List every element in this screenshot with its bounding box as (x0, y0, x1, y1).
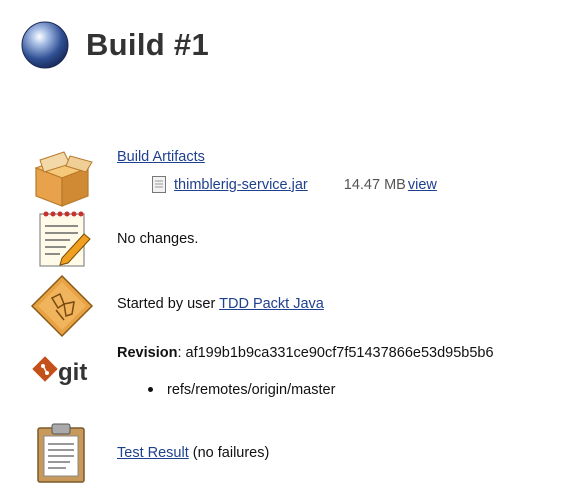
user-link[interactable]: TDD Packt Java (219, 296, 324, 312)
build-artifacts-link[interactable]: Build Artifacts (117, 149, 205, 165)
bullet (148, 386, 153, 392)
artifact-view-link[interactable]: view (408, 177, 437, 193)
blue-ball-icon (21, 21, 69, 69)
clipboard-icon (37, 423, 85, 483)
tests-section: Test Result (no failures) (30, 420, 269, 484)
revision-hash: af199b1b9ca331ce90cf7f51437866e53d95b5b6 (185, 345, 494, 361)
notepad-icon (39, 211, 91, 267)
page-header: Build #1 (20, 20, 209, 70)
cause-section: Started by user TDD Packt Java (30, 274, 324, 338)
artifact-item: thimblerig-service.jar 14.47 MB view (152, 176, 437, 193)
git-logo-icon: git (32, 356, 87, 386)
started-by-text: Started by user (117, 296, 220, 312)
branch-list: refs/remotes/origin/master (148, 382, 335, 398)
revision-label: Revision (117, 345, 178, 361)
changes-section: No changes. (30, 208, 198, 272)
list-item: refs/remotes/origin/master (148, 382, 335, 398)
package-icon (34, 151, 93, 207)
svg-text:git: git (58, 359, 87, 386)
test-result-link[interactable]: Test Result (117, 445, 189, 461)
artifact-size: 14.47 MB (343, 176, 406, 193)
test-result-status: (no failures) (188, 445, 270, 461)
branch-name: refs/remotes/origin/master (167, 382, 336, 398)
revision-separator: : (177, 345, 186, 361)
file-icon (152, 176, 166, 193)
user-diamond-icon (30, 274, 94, 338)
no-changes-text: No changes. (117, 231, 199, 247)
artifact-file-link[interactable]: thimblerig-service.jar (174, 177, 308, 193)
page-title: Build #1 (86, 27, 209, 62)
